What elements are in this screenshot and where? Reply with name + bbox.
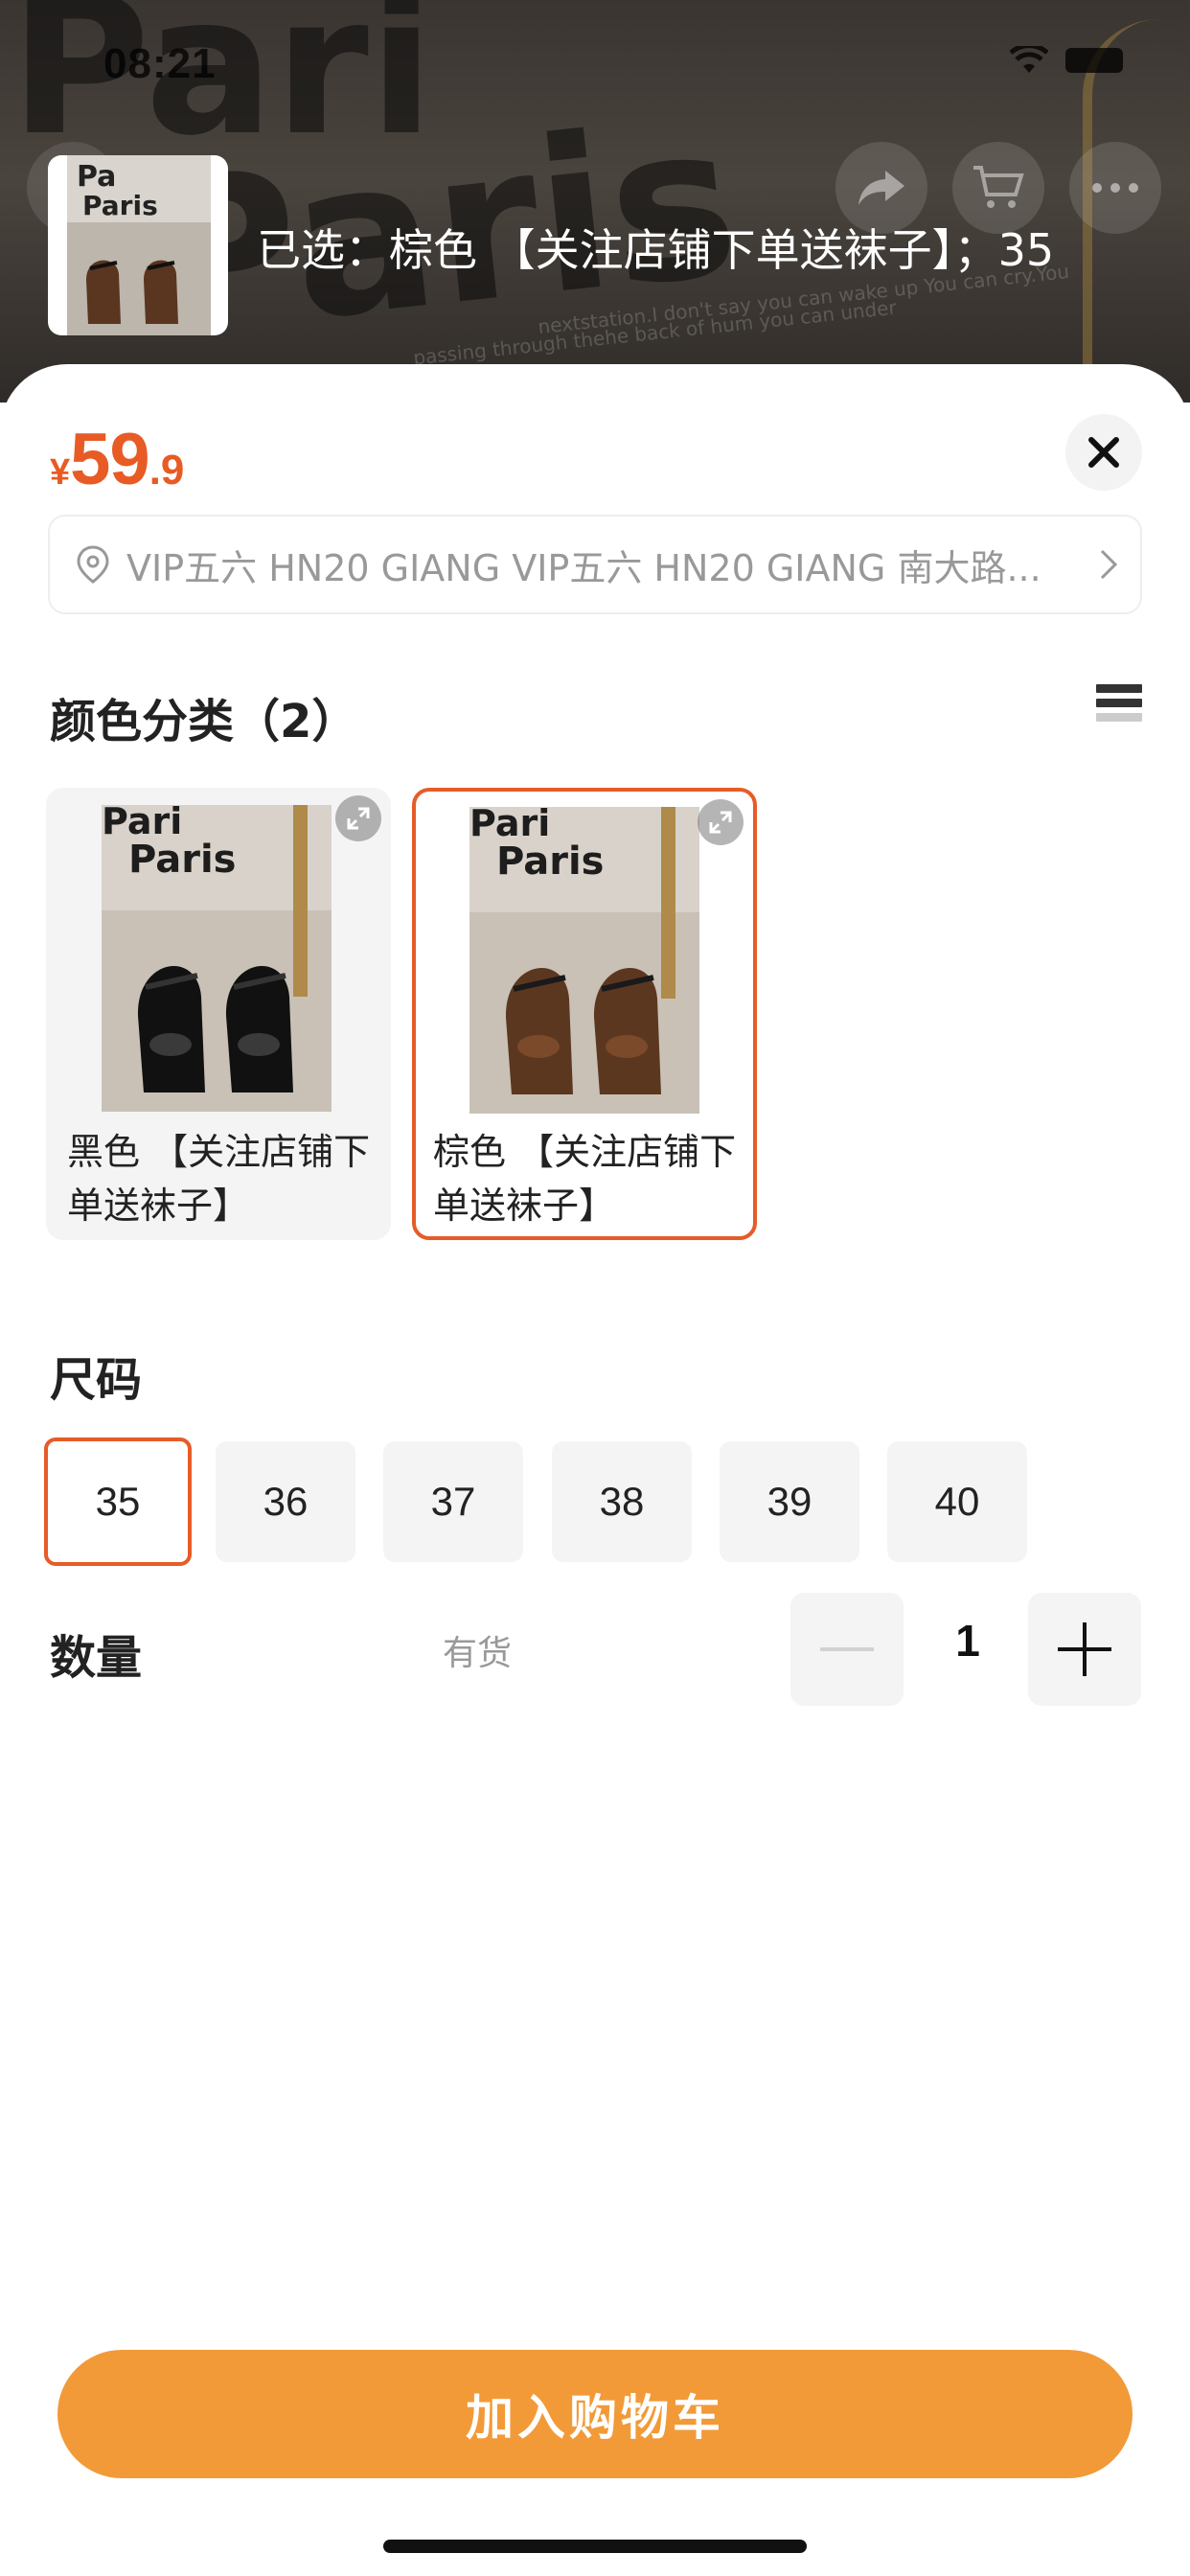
expand-icon[interactable] xyxy=(698,799,744,845)
expand-icon[interactable] xyxy=(335,795,381,841)
more-button[interactable] xyxy=(1069,142,1161,234)
color-option-brown[interactable]: Pari Paris 棕色 【关注店铺下单送袜子】 xyxy=(412,788,757,1240)
battery-icon xyxy=(1065,48,1123,73)
size-option-40[interactable]: 40 xyxy=(887,1441,1027,1562)
svg-text:Pa: Pa xyxy=(77,160,116,194)
selected-sku-text: 已选：棕色 【关注店铺下单送袜子】；35 xyxy=(257,224,1055,276)
stock-status: 有货 xyxy=(443,1634,513,1673)
price-currency: ¥ xyxy=(50,452,71,493)
location-pin-icon xyxy=(77,545,109,584)
minus-icon xyxy=(820,1647,874,1651)
wifi-icon xyxy=(1010,46,1048,73)
size-section-title: 尺码 xyxy=(50,1353,143,1407)
chevron-right-icon xyxy=(1100,549,1118,580)
color-option-label: 黑色 【关注店铺下单送袜子】 xyxy=(67,1131,371,1227)
shipping-address-bar[interactable]: VIP五六 HN20 GIANG VIP五六 HN20 GIANG 南大路... xyxy=(48,515,1142,614)
quantity-increase-button[interactable] xyxy=(1028,1593,1141,1706)
black-shoes-image: Pari Paris xyxy=(102,805,332,1112)
size-option-37[interactable]: 37 xyxy=(383,1441,523,1562)
color-option-black[interactable]: Pari Paris 黑色 【关注店铺下单送袜子】 xyxy=(46,788,391,1240)
quantity-section-title: 数量 xyxy=(50,1631,143,1685)
size-option-38[interactable]: 38 xyxy=(552,1441,692,1562)
plus-icon xyxy=(1058,1622,1111,1676)
quantity-value: 1 xyxy=(955,1616,980,1666)
quantity-decrease-button[interactable] xyxy=(790,1593,904,1706)
status-icons xyxy=(1010,46,1123,75)
price: ¥59.9 xyxy=(50,418,184,501)
selected-sku-thumbnail[interactable]: Pa Paris xyxy=(48,155,228,335)
address-text: VIP五六 HN20 GIANG VIP五六 HN20 GIANG 南大路... xyxy=(126,546,1041,589)
size-option-36[interactable]: 36 xyxy=(216,1441,355,1562)
color-section-title: 颜色分类（2） xyxy=(50,695,358,748)
size-option-39[interactable]: 39 xyxy=(720,1441,859,1562)
close-button[interactable] xyxy=(1065,414,1142,491)
brown-shoes-image: Pari Paris xyxy=(469,807,699,1114)
size-option-35[interactable]: 35 xyxy=(44,1438,192,1566)
close-icon xyxy=(1088,437,1119,468)
list-view-icon[interactable] xyxy=(1096,684,1142,732)
color-option-label: 棕色 【关注店铺下单送袜子】 xyxy=(433,1131,737,1227)
svg-text:Paris: Paris xyxy=(496,840,604,884)
more-icon xyxy=(1092,183,1138,193)
share-icon xyxy=(858,171,904,205)
price-integer: 59 xyxy=(70,419,150,500)
svg-text:Paris: Paris xyxy=(82,190,158,221)
svg-text:Paris: Paris xyxy=(128,838,236,882)
home-indicator xyxy=(383,2540,807,2553)
cart-icon xyxy=(973,166,1024,208)
status-time: 08:21 xyxy=(103,40,217,87)
brown-shoes-thumbnail-image: Pa Paris xyxy=(67,155,211,335)
price-decimal: .9 xyxy=(149,447,185,494)
sku-selection-sheet: ¥59.9 VIP五六 HN20 GIANG VIP五六 HN20 GIANG … xyxy=(0,364,1190,2576)
add-to-cart-button[interactable]: 加入购物车 xyxy=(57,2350,1133,2478)
